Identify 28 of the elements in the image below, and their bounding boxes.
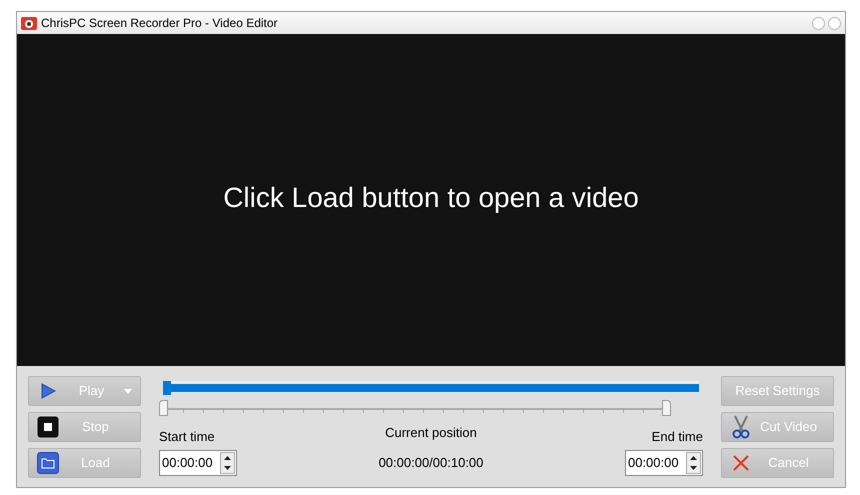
close-button[interactable] bbox=[828, 16, 841, 30]
stop-button[interactable]: Stop bbox=[28, 412, 141, 442]
current-position-value: 00:00:00/00:10:00 bbox=[378, 454, 484, 472]
play-button[interactable]: Play bbox=[28, 376, 141, 406]
reset-settings-button[interactable]: Reset Settings bbox=[721, 376, 834, 406]
video-message: Click Load button to open a video bbox=[223, 180, 639, 215]
load-button[interactable]: Load bbox=[28, 448, 141, 478]
window-title: ChrisPC Screen Recorder Pro - Video Editor bbox=[41, 15, 278, 32]
spin-icon[interactable] bbox=[220, 452, 235, 474]
start-thumb[interactable] bbox=[159, 400, 168, 416]
cross-icon bbox=[733, 455, 749, 471]
minimize-button[interactable] bbox=[812, 16, 825, 30]
cancel-button[interactable]: Cancel bbox=[721, 448, 834, 478]
start-time-label: Start time bbox=[159, 428, 216, 446]
folder-icon bbox=[37, 452, 59, 474]
end-time-label: End time bbox=[652, 428, 703, 446]
end-time-field[interactable]: 00:00:00 bbox=[624, 450, 703, 476]
caret-icon[interactable] bbox=[124, 388, 132, 394]
camera-icon bbox=[21, 16, 37, 30]
play-icon bbox=[40, 383, 56, 399]
current-position-label: Current position bbox=[385, 424, 477, 442]
cut-video-button[interactable]: Cut Video bbox=[721, 412, 834, 442]
start-time-field[interactable]: 00:00:00 bbox=[159, 450, 237, 476]
spin-icon[interactable] bbox=[686, 452, 701, 474]
scissors-icon bbox=[732, 415, 750, 439]
progress-thumb[interactable] bbox=[163, 381, 171, 395]
stop-icon bbox=[37, 416, 59, 438]
end-thumb[interactable] bbox=[662, 400, 671, 416]
